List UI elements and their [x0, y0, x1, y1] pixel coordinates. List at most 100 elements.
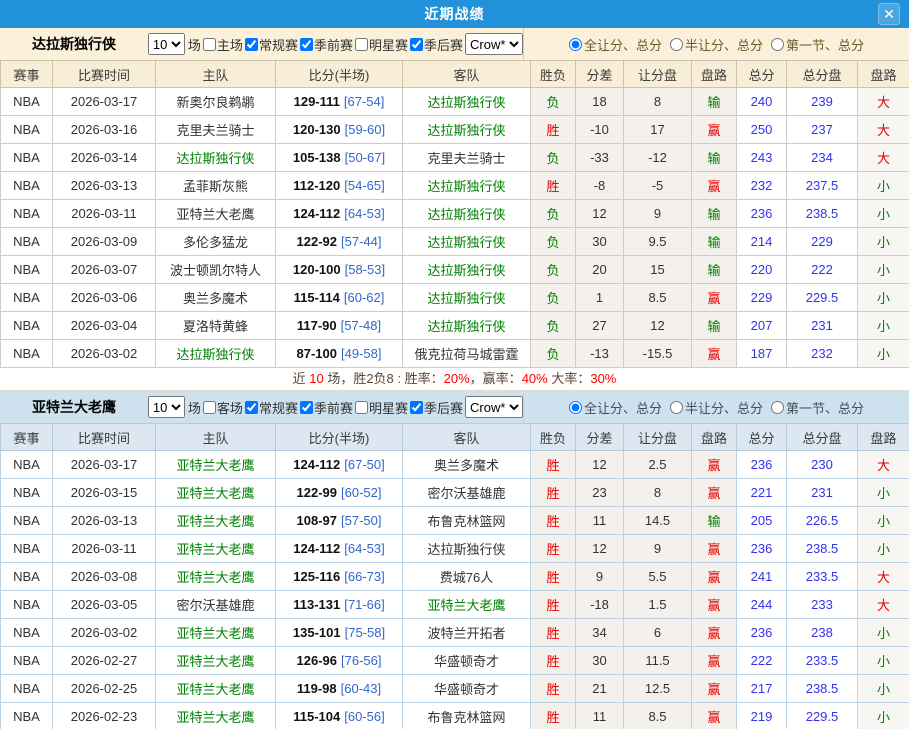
hawks-results-table: 赛事比赛时间主队比分(半场)客队胜负分差让分盘盘路总分总分盘盘路 NBA2026…	[0, 423, 909, 729]
line-type-radio[interactable]	[771, 401, 784, 414]
home-team-cell[interactable]: 新奥尔良鹈鹕	[156, 88, 276, 116]
away-team-cell[interactable]: 波特兰开拓者	[403, 619, 531, 647]
total-line-cell: 238	[787, 619, 858, 647]
away-team-cell[interactable]: 达拉斯独行侠	[403, 284, 531, 312]
handicap-result-cell: 赢	[692, 647, 737, 675]
filter-checkbox[interactable]	[245, 38, 258, 51]
away-team-cell[interactable]: 达拉斯独行侠	[403, 172, 531, 200]
home-team-cell[interactable]: 孟菲斯灰熊	[156, 172, 276, 200]
column-header: 让分盘	[624, 424, 692, 451]
away-team-cell[interactable]: 达拉斯独行侠	[403, 88, 531, 116]
away-team-cell[interactable]: 费城76人	[403, 563, 531, 591]
filter-checkbox[interactable]	[245, 401, 258, 414]
filter-客场[interactable]: 客场	[201, 398, 243, 417]
line-type-radio[interactable]	[670, 38, 683, 51]
away-team-cell[interactable]: 华盛顿奇才	[403, 675, 531, 703]
result-cell: 胜	[531, 647, 576, 675]
filter-checkbox[interactable]	[300, 38, 313, 51]
home-team-cell[interactable]: 亚特兰大老鹰	[156, 535, 276, 563]
away-team-cell[interactable]: 达拉斯独行侠	[403, 228, 531, 256]
filter-常规赛[interactable]: 常规赛	[243, 35, 298, 54]
away-team-cell[interactable]: 达拉斯独行侠	[403, 535, 531, 563]
result-cell: 胜	[531, 703, 576, 729]
filter-明星赛[interactable]: 明星赛	[353, 398, 408, 417]
line-type-radio[interactable]	[569, 401, 582, 414]
home-team-cell[interactable]: 奥兰多魔术	[156, 284, 276, 312]
filter-checkbox[interactable]	[410, 401, 423, 414]
hawks-games-count-select[interactable]: 10	[148, 396, 185, 418]
filter-checkbox[interactable]	[410, 38, 423, 51]
hawks-table-header-row: 赛事比赛时间主队比分(半场)客队胜负分差让分盘盘路总分总分盘盘路	[1, 424, 909, 451]
league-cell: NBA	[1, 144, 53, 172]
games-suffix-label: 场	[188, 398, 201, 417]
home-team-cell[interactable]: 亚特兰大老鹰	[156, 479, 276, 507]
filter-明星赛[interactable]: 明星赛	[353, 35, 408, 54]
filter-季后赛[interactable]: 季后赛	[408, 35, 463, 54]
dallas-games-count-select[interactable]: 10	[148, 33, 185, 55]
away-team-cell[interactable]: 俄克拉荷马城雷霆	[403, 340, 531, 368]
filter-常规赛[interactable]: 常规赛	[243, 398, 298, 417]
result-cell: 胜	[531, 451, 576, 479]
total-line-cell: 232	[787, 340, 858, 368]
home-team-cell[interactable]: 亚特兰大老鹰	[156, 619, 276, 647]
half-score: [64-53]	[344, 541, 384, 556]
hawks-crow-select[interactable]: Crow*	[465, 396, 523, 418]
filter-主场[interactable]: 主场	[201, 35, 243, 54]
full-score: 124-112	[293, 541, 340, 556]
line-type-radio[interactable]	[569, 38, 582, 51]
date-cell: 2026-03-13	[53, 507, 156, 535]
filter-checkbox[interactable]	[203, 38, 216, 51]
away-team-cell[interactable]: 布鲁克林篮网	[403, 703, 531, 729]
home-team-cell[interactable]: 亚特兰大老鹰	[156, 507, 276, 535]
summary-text: 大率：	[548, 371, 591, 386]
home-team-cell[interactable]: 亚特兰大老鹰	[156, 563, 276, 591]
league-cell: NBA	[1, 535, 53, 563]
away-team-cell[interactable]: 达拉斯独行侠	[403, 256, 531, 284]
diff-cell: -18	[576, 591, 624, 619]
radio-第一节、总分[interactable]: 第一节、总分	[771, 35, 864, 54]
home-team-cell[interactable]: 达拉斯独行侠	[156, 340, 276, 368]
home-team-cell[interactable]: 克里夫兰骑士	[156, 116, 276, 144]
radio-全让分、总分[interactable]: 全让分、总分	[569, 398, 662, 417]
home-team-cell[interactable]: 达拉斯独行侠	[156, 144, 276, 172]
radio-第一节、总分[interactable]: 第一节、总分	[771, 398, 864, 417]
radio-全让分、总分[interactable]: 全让分、总分	[569, 35, 662, 54]
filter-季前赛[interactable]: 季前赛	[298, 398, 353, 417]
away-team-cell[interactable]: 达拉斯独行侠	[403, 200, 531, 228]
filter-checkbox[interactable]	[300, 401, 313, 414]
filter-checkbox[interactable]	[203, 401, 216, 414]
dallas-crow-select[interactable]: Crow*	[465, 33, 523, 55]
line-type-radio[interactable]	[771, 38, 784, 51]
away-team-cell[interactable]: 布鲁克林篮网	[403, 507, 531, 535]
full-score: 87-100	[297, 346, 337, 361]
away-team-cell[interactable]: 亚特兰大老鹰	[403, 591, 531, 619]
total-line-cell: 231	[787, 312, 858, 340]
league-cell: NBA	[1, 647, 53, 675]
handicap-result-cell: 赢	[692, 563, 737, 591]
away-team-cell[interactable]: 达拉斯独行侠	[403, 116, 531, 144]
home-team-cell[interactable]: 亚特兰大老鹰	[156, 451, 276, 479]
column-header: 盘路	[858, 424, 909, 451]
radio-半让分、总分[interactable]: 半让分、总分	[670, 35, 763, 54]
away-team-cell[interactable]: 华盛顿奇才	[403, 647, 531, 675]
home-team-cell[interactable]: 亚特兰大老鹰	[156, 647, 276, 675]
radio-半让分、总分[interactable]: 半让分、总分	[670, 398, 763, 417]
away-team-cell[interactable]: 克里夫兰骑士	[403, 144, 531, 172]
filter-checkbox[interactable]	[355, 401, 368, 414]
home-team-cell[interactable]: 亚特兰大老鹰	[156, 703, 276, 729]
filter-季后赛[interactable]: 季后赛	[408, 398, 463, 417]
away-team-cell[interactable]: 达拉斯独行侠	[403, 312, 531, 340]
home-team-cell[interactable]: 夏洛特黄蜂	[156, 312, 276, 340]
filter-checkbox[interactable]	[355, 38, 368, 51]
filter-季前赛[interactable]: 季前赛	[298, 35, 353, 54]
home-team-cell[interactable]: 密尔沃基雄鹿	[156, 591, 276, 619]
away-team-cell[interactable]: 密尔沃基雄鹿	[403, 479, 531, 507]
line-type-radio[interactable]	[670, 401, 683, 414]
home-team-cell[interactable]: 亚特兰大老鹰	[156, 675, 276, 703]
home-team-cell[interactable]: 亚特兰大老鹰	[156, 200, 276, 228]
league-cell: NBA	[1, 312, 53, 340]
close-button[interactable]: ✕	[878, 3, 900, 25]
home-team-cell[interactable]: 多伦多猛龙	[156, 228, 276, 256]
away-team-cell[interactable]: 奥兰多魔术	[403, 451, 531, 479]
home-team-cell[interactable]: 波士顿凯尔特人	[156, 256, 276, 284]
